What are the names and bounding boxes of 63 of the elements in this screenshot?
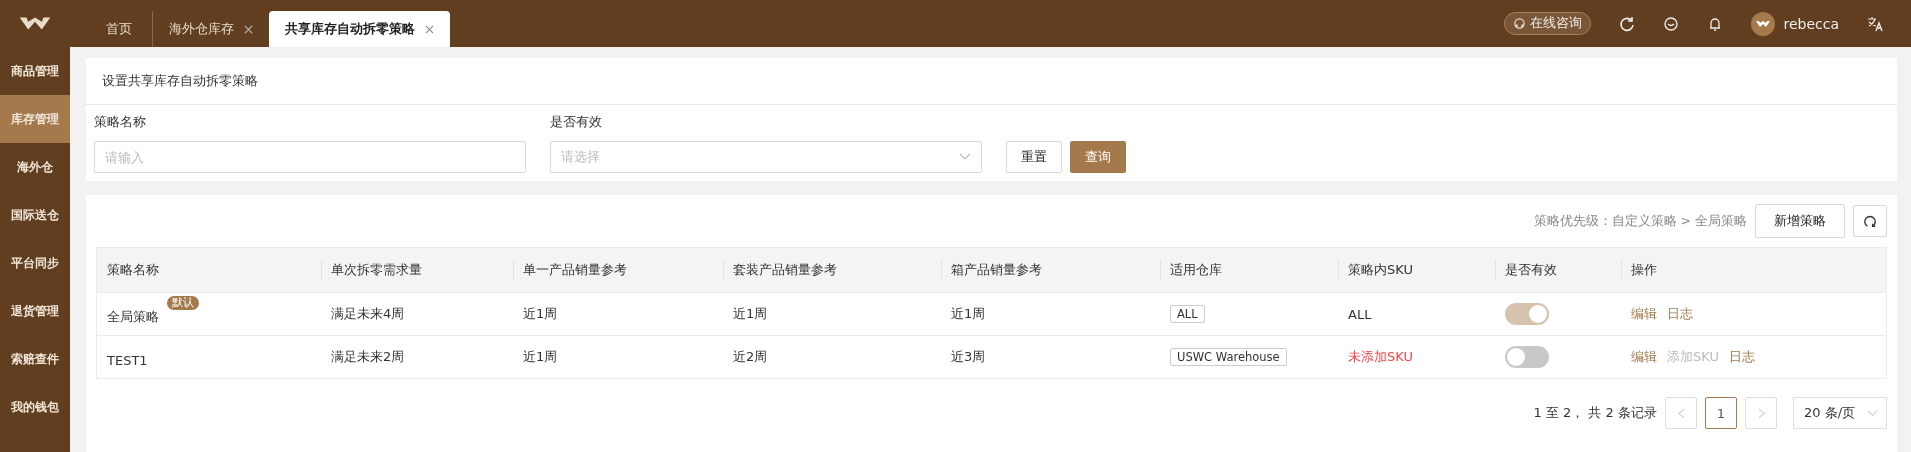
table-cell: 满足未来2周 xyxy=(331,348,405,366)
default-badge: 默认 xyxy=(167,296,199,310)
smile-icon[interactable] xyxy=(1663,15,1680,32)
column-header: 策略名称 xyxy=(107,261,159,279)
tab[interactable]: 共享库存自动拆零策略 xyxy=(269,11,450,47)
headset-icon xyxy=(1513,17,1527,30)
page-button[interactable]: 1 xyxy=(1705,397,1737,429)
column-header: 单一产品销量参考 xyxy=(523,261,627,279)
column-header: 策略内SKU xyxy=(1348,261,1413,279)
action-link[interactable]: 日志 xyxy=(1728,348,1755,366)
sidebar-item[interactable]: 我的钱包 xyxy=(0,383,70,431)
record-summary: 1 至 2， 共 2 条记录 xyxy=(1533,404,1657,422)
add-strategy-button[interactable]: 新增策略 xyxy=(1755,204,1845,238)
refresh-icon[interactable] xyxy=(1619,15,1636,32)
chevron-right-icon xyxy=(1757,407,1765,419)
chevron-down-icon xyxy=(1867,409,1878,417)
table-cell: 近3周 xyxy=(951,348,986,366)
close-icon[interactable] xyxy=(425,24,434,34)
avatar-icon[interactable] xyxy=(1751,11,1776,36)
input-field[interactable]: 请输入 xyxy=(94,141,526,173)
column-header: 是否有效 xyxy=(1505,261,1557,279)
logo-icon xyxy=(18,15,52,32)
table-cell: 近1周 xyxy=(733,305,768,323)
page-size-select[interactable]: 20 条/页 xyxy=(1793,397,1887,429)
table-cell-text: 全局策略 xyxy=(107,308,159,326)
tab[interactable]: 首页 xyxy=(86,11,152,47)
warehouse-tag: ALL xyxy=(1170,305,1205,323)
refresh-icon xyxy=(1863,214,1877,228)
refresh-button[interactable] xyxy=(1853,205,1887,237)
column-header: 箱产品销量参考 xyxy=(951,261,1042,279)
sidebar-item[interactable]: 退货管理 xyxy=(0,287,70,335)
sidebar-item[interactable]: 平台同步 xyxy=(0,239,70,287)
close-icon[interactable] xyxy=(244,24,253,34)
field-label: 是否有效 xyxy=(550,113,603,131)
priority-note: 策略优先级：自定义策略 > 全局策略 xyxy=(1533,212,1747,230)
table-cell: ALL xyxy=(1348,306,1372,322)
table-cell-text: TEST1 xyxy=(107,351,148,368)
translate-icon[interactable] xyxy=(1867,15,1883,32)
user-name[interactable]: rebecca xyxy=(1783,15,1839,32)
action-link[interactable]: 编辑 xyxy=(1631,348,1657,366)
chevron-down-icon xyxy=(959,153,971,161)
table-cell: 未添加SKU xyxy=(1348,348,1413,366)
column-header: 套装产品销量参考 xyxy=(733,261,837,279)
field-label: 策略名称 xyxy=(94,113,147,131)
sidebar-item[interactable]: 索赔查件 xyxy=(0,335,70,383)
sidebar-item[interactable]: 商品管理 xyxy=(0,47,70,95)
column-header: 操作 xyxy=(1631,261,1657,279)
table-cell: 满足未来4周 xyxy=(331,305,405,323)
column-header: 适用仓库 xyxy=(1170,261,1222,279)
sidebar-item[interactable]: 海外仓 xyxy=(0,143,70,191)
table-cell: 近1周 xyxy=(951,305,986,323)
sidebar-item[interactable]: 国际送仓 xyxy=(0,191,70,239)
online-consult-button[interactable]: 在线咨询 xyxy=(1504,12,1592,35)
column-header: 单次拆零需求量 xyxy=(331,261,422,279)
query-button[interactable]: 查询 xyxy=(1070,141,1126,173)
reset-button[interactable]: 重置 xyxy=(1006,141,1062,173)
table-cell: 近2周 xyxy=(733,348,768,366)
panel-title: 设置共享库存自动拆零策略 xyxy=(102,72,258,90)
table-cell: 近1周 xyxy=(523,348,558,366)
chevron-left-icon xyxy=(1677,407,1685,419)
table-cell: 近1周 xyxy=(523,305,558,323)
toggle-switch[interactable] xyxy=(1505,346,1549,368)
warehouse-tag: USWC Warehouse xyxy=(1170,348,1287,366)
